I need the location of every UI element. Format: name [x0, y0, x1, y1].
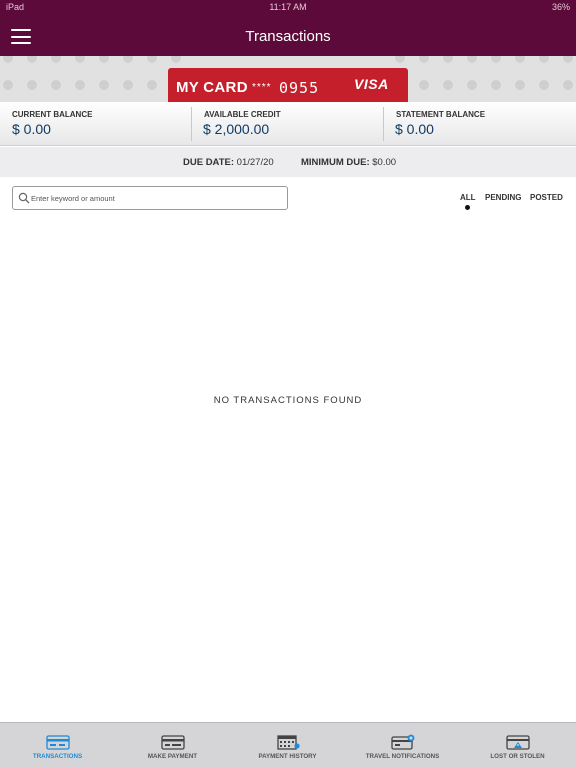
card-transactions-icon: [46, 735, 70, 750]
search-icon: [18, 192, 30, 204]
current-balance-label: CURRENT BALANCE: [12, 110, 93, 119]
due-date: DUE DATE: 01/27/20: [183, 157, 274, 168]
app-header: iPad 11:17 AM 36% Transactions: [0, 0, 576, 56]
tab-lost-or-stolen[interactable]: LOST OR STOLEN: [460, 723, 575, 768]
battery-label: 36%: [551, 2, 570, 12]
card-payment-icon: [161, 735, 185, 750]
lost-card-icon: [506, 735, 530, 750]
calendar-icon: [277, 735, 300, 750]
minimum-due-label: MINIMUM DUE:: [301, 157, 370, 168]
tab-label: PAYMENT HISTORY: [258, 753, 317, 760]
tab-label: TRANSACTIONS: [32, 753, 83, 760]
tab-transactions[interactable]: TRANSACTIONS: [0, 723, 115, 768]
card-last4: 0955: [279, 79, 320, 97]
divider: [191, 107, 192, 141]
tab-label: MAKE PAYMENT: [147, 753, 198, 760]
due-date-label: DUE DATE:: [183, 157, 235, 168]
status-bar: iPad 11:17 AM 36%: [0, 0, 576, 14]
divider: [383, 107, 384, 141]
card-name: MY CARD: [176, 79, 248, 96]
tab-label: TRAVEL NOTIFICATIONS: [365, 753, 440, 760]
visa-logo-icon: VISA: [354, 76, 389, 92]
balance-summary: CURRENT BALANCE $ 0.00 AVAILABLE CREDIT …: [0, 102, 576, 146]
statement-balance-label: STATEMENT BALANCE: [396, 110, 486, 119]
tab-payment-history[interactable]: PAYMENT HISTORY: [230, 723, 345, 768]
due-date-value: 01/27/20: [236, 157, 274, 168]
tab-travel-notifications[interactable]: TRAVEL NOTIFICATIONS: [345, 723, 460, 768]
filter-all[interactable]: ALL: [460, 193, 476, 202]
search-box[interactable]: [12, 186, 288, 210]
current-balance-value: $ 0.00: [12, 121, 51, 137]
statement-balance-value: $ 0.00: [395, 121, 434, 137]
card-mask: ****: [252, 82, 272, 93]
available-credit-value: $ 2,000.00: [203, 121, 270, 137]
minimum-due: MINIMUM DUE: $0.00: [301, 157, 396, 168]
empty-state-message: NO TRANSACTIONS FOUND: [213, 395, 363, 406]
page-title: Transactions: [245, 28, 331, 45]
search-input[interactable]: [31, 187, 281, 209]
bottom-tab-bar: TRANSACTIONS MAKE PAYMENT PAYMENT HISTOR…: [0, 722, 576, 768]
minimum-due-value: $0.00: [372, 157, 397, 168]
due-info-strip: DUE DATE: 01/27/20 MINIMUM DUE: $0.00: [0, 147, 576, 177]
selected-indicator: [465, 205, 470, 210]
travel-card-icon: [391, 734, 415, 750]
card-selector[interactable]: MY CARD **** 0955 VISA: [168, 68, 408, 102]
status-time: 11:17 AM: [269, 2, 307, 12]
tab-label: LOST OR STOLEN: [490, 753, 545, 760]
tab-make-payment[interactable]: MAKE PAYMENT: [115, 723, 230, 768]
available-credit-label: AVAILABLE CREDIT: [204, 110, 281, 119]
filter-pending[interactable]: PENDING: [485, 193, 521, 202]
filter-posted[interactable]: POSTED: [530, 193, 563, 202]
